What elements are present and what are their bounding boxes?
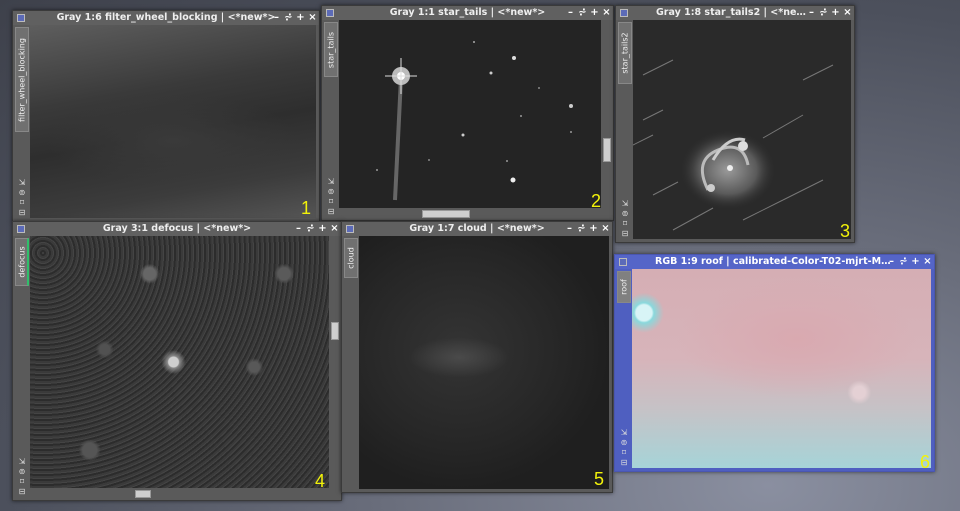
window-titlebar[interactable]: Gray 1:1 star_tails | <*new*> – ⩫ + × [322,6,613,20]
window-number-label: 2 [590,191,601,211]
identifier-tab[interactable]: defocus [15,238,29,286]
maximize-button[interactable]: + [318,222,327,236]
window-number-label: 5 [593,469,604,489]
mask-icon[interactable]: ⊚ [325,187,337,196]
maximize-button[interactable]: + [590,6,599,20]
resize-icon[interactable]: ⇲ [618,428,630,437]
window-titlebar[interactable]: Gray 3:1 defocus | <*new*> – ⩫ + × [13,222,341,236]
preview-icon[interactable]: ⊟ [16,487,28,496]
window-title: Gray 1:6 filter_wheel_blocking | <*new*> [56,12,276,23]
vertical-scrollbar[interactable] [603,138,611,162]
maximize-button[interactable]: + [296,11,305,25]
minimize-button[interactable]: – [807,6,816,20]
resize-icon[interactable]: ⇲ [16,457,28,466]
shade-button[interactable]: ⩫ [577,222,586,236]
window-title: Gray 1:1 star_tails | <*new*> [389,7,546,18]
window-titlebar[interactable]: Gray 1:7 cloud | <*new*> – ⩫ + × [342,222,612,236]
preview-icon[interactable]: ⊟ [16,208,28,217]
window-title: Gray 1:7 cloud | <*new*> [409,223,545,234]
mask-icon[interactable]: ⊚ [16,467,28,476]
resize-icon[interactable]: ⇲ [16,178,28,187]
resize-icon[interactable]: ⇲ [325,177,337,186]
stf-icon[interactable]: ⌑ [325,197,337,206]
image-window-roof[interactable]: RGB 1:9 roof | calibrated-Color-T02-mjrt… [614,254,935,472]
image-view[interactable] [339,20,601,208]
close-button[interactable]: × [843,6,852,20]
mask-icon[interactable]: ⊚ [16,188,28,197]
image-window-star-tails[interactable]: Gray 1:1 star_tails | <*new*> – ⩫ + × st… [321,5,614,221]
window-number-label: 3 [839,221,850,241]
side-icon-bar: ⇲ ⊚ ⌑ ⊟ [618,428,630,467]
window-titlebar[interactable]: Gray 1:6 filter_wheel_blocking | <*new*>… [13,11,319,25]
close-button[interactable]: × [308,11,317,25]
image-view[interactable] [633,20,851,239]
window-number-label: 6 [919,452,930,472]
minimize-button[interactable]: – [566,6,575,20]
stf-icon[interactable]: ⌑ [619,219,631,228]
maximize-button[interactable]: + [589,222,598,236]
shade-button[interactable]: ⩫ [899,255,908,269]
horizontal-scrollbar[interactable] [422,210,470,218]
preview-icon[interactable]: ⊟ [619,229,631,238]
window-titlebar[interactable]: RGB 1:9 roof | calibrated-Color-T02-mjrt… [615,255,934,269]
image-view[interactable] [30,25,316,218]
galaxy-field [633,20,851,239]
shade-button[interactable]: ⩫ [284,11,293,25]
image-window-defocus[interactable]: Gray 3:1 defocus | <*new*> – ⩫ + × defoc… [12,221,342,501]
identifier-tab[interactable]: star_tails2 [618,22,632,84]
close-button[interactable]: × [602,6,611,20]
side-icon-bar: ⇲ ⊚ ⌑ ⊟ [619,199,631,238]
minimize-button[interactable]: – [272,11,281,25]
window-icon [17,14,25,22]
stf-icon[interactable]: ⌑ [618,448,630,457]
horizontal-scrollbar[interactable] [135,490,151,498]
maximize-button[interactable]: + [911,255,920,269]
image-window-star-tails2[interactable]: Gray 1:8 star_tails2 | <*new*> – ⩫ + × s… [615,5,855,243]
stf-icon[interactable]: ⌑ [16,198,28,207]
minimize-button[interactable]: – [565,222,574,236]
identifier-tab[interactable]: roof [617,271,631,303]
identifier-tab[interactable]: cloud [344,238,358,278]
close-button[interactable]: × [330,222,339,236]
window-icon [326,9,334,17]
window-number-label: 4 [314,471,325,491]
close-button[interactable]: × [601,222,610,236]
side-icon-bar: ⇲ ⊚ ⌑ ⊟ [16,457,28,496]
shade-button[interactable]: ⩫ [819,6,828,20]
shade-button[interactable]: ⩫ [578,6,587,20]
preview-icon[interactable]: ⊟ [325,207,337,216]
image-view[interactable] [30,236,329,488]
side-icon-bar: ⇲ ⊚ ⌑ ⊟ [325,177,337,216]
window-icon [619,258,627,266]
close-button[interactable]: × [923,255,932,269]
preview-icon[interactable]: ⊟ [618,458,630,467]
window-icon [620,9,628,17]
resize-icon[interactable]: ⇲ [619,199,631,208]
mask-icon[interactable]: ⊚ [619,209,631,218]
window-title: Gray 3:1 defocus | <*new*> [102,223,252,234]
vertical-scrollbar[interactable] [331,322,339,340]
image-window-cloud[interactable]: Gray 1:7 cloud | <*new*> – ⩫ + × cloud 5 [341,221,613,493]
window-icon [17,225,25,233]
image-view[interactable] [632,269,931,468]
side-icon-bar: ⇲ ⊚ ⌑ ⊟ [16,178,28,217]
identifier-tab[interactable]: filter_wheel_blocking [15,27,29,132]
maximize-button[interactable]: + [831,6,840,20]
window-titlebar[interactable]: Gray 1:8 star_tails2 | <*new*> – ⩫ + × [616,6,854,20]
image-view[interactable] [359,236,609,489]
mask-icon[interactable]: ⊚ [618,438,630,447]
window-icon [346,225,354,233]
minimize-button[interactable]: – [294,222,303,236]
stf-icon[interactable]: ⌑ [16,477,28,486]
window-title: Gray 1:8 star_tails2 | <*new*> [656,7,814,18]
minimize-button[interactable]: – [887,255,896,269]
window-title: RGB 1:9 roof | calibrated-Color-T02-mjrt… [655,256,894,267]
image-window-filter-wheel-blocking[interactable]: Gray 1:6 filter_wheel_blocking | <*new*>… [12,10,320,222]
window-number-label: 1 [300,198,311,218]
star-field [339,20,601,208]
shade-button[interactable]: ⩫ [306,222,315,236]
identifier-tab[interactable]: star_tails [324,22,338,77]
